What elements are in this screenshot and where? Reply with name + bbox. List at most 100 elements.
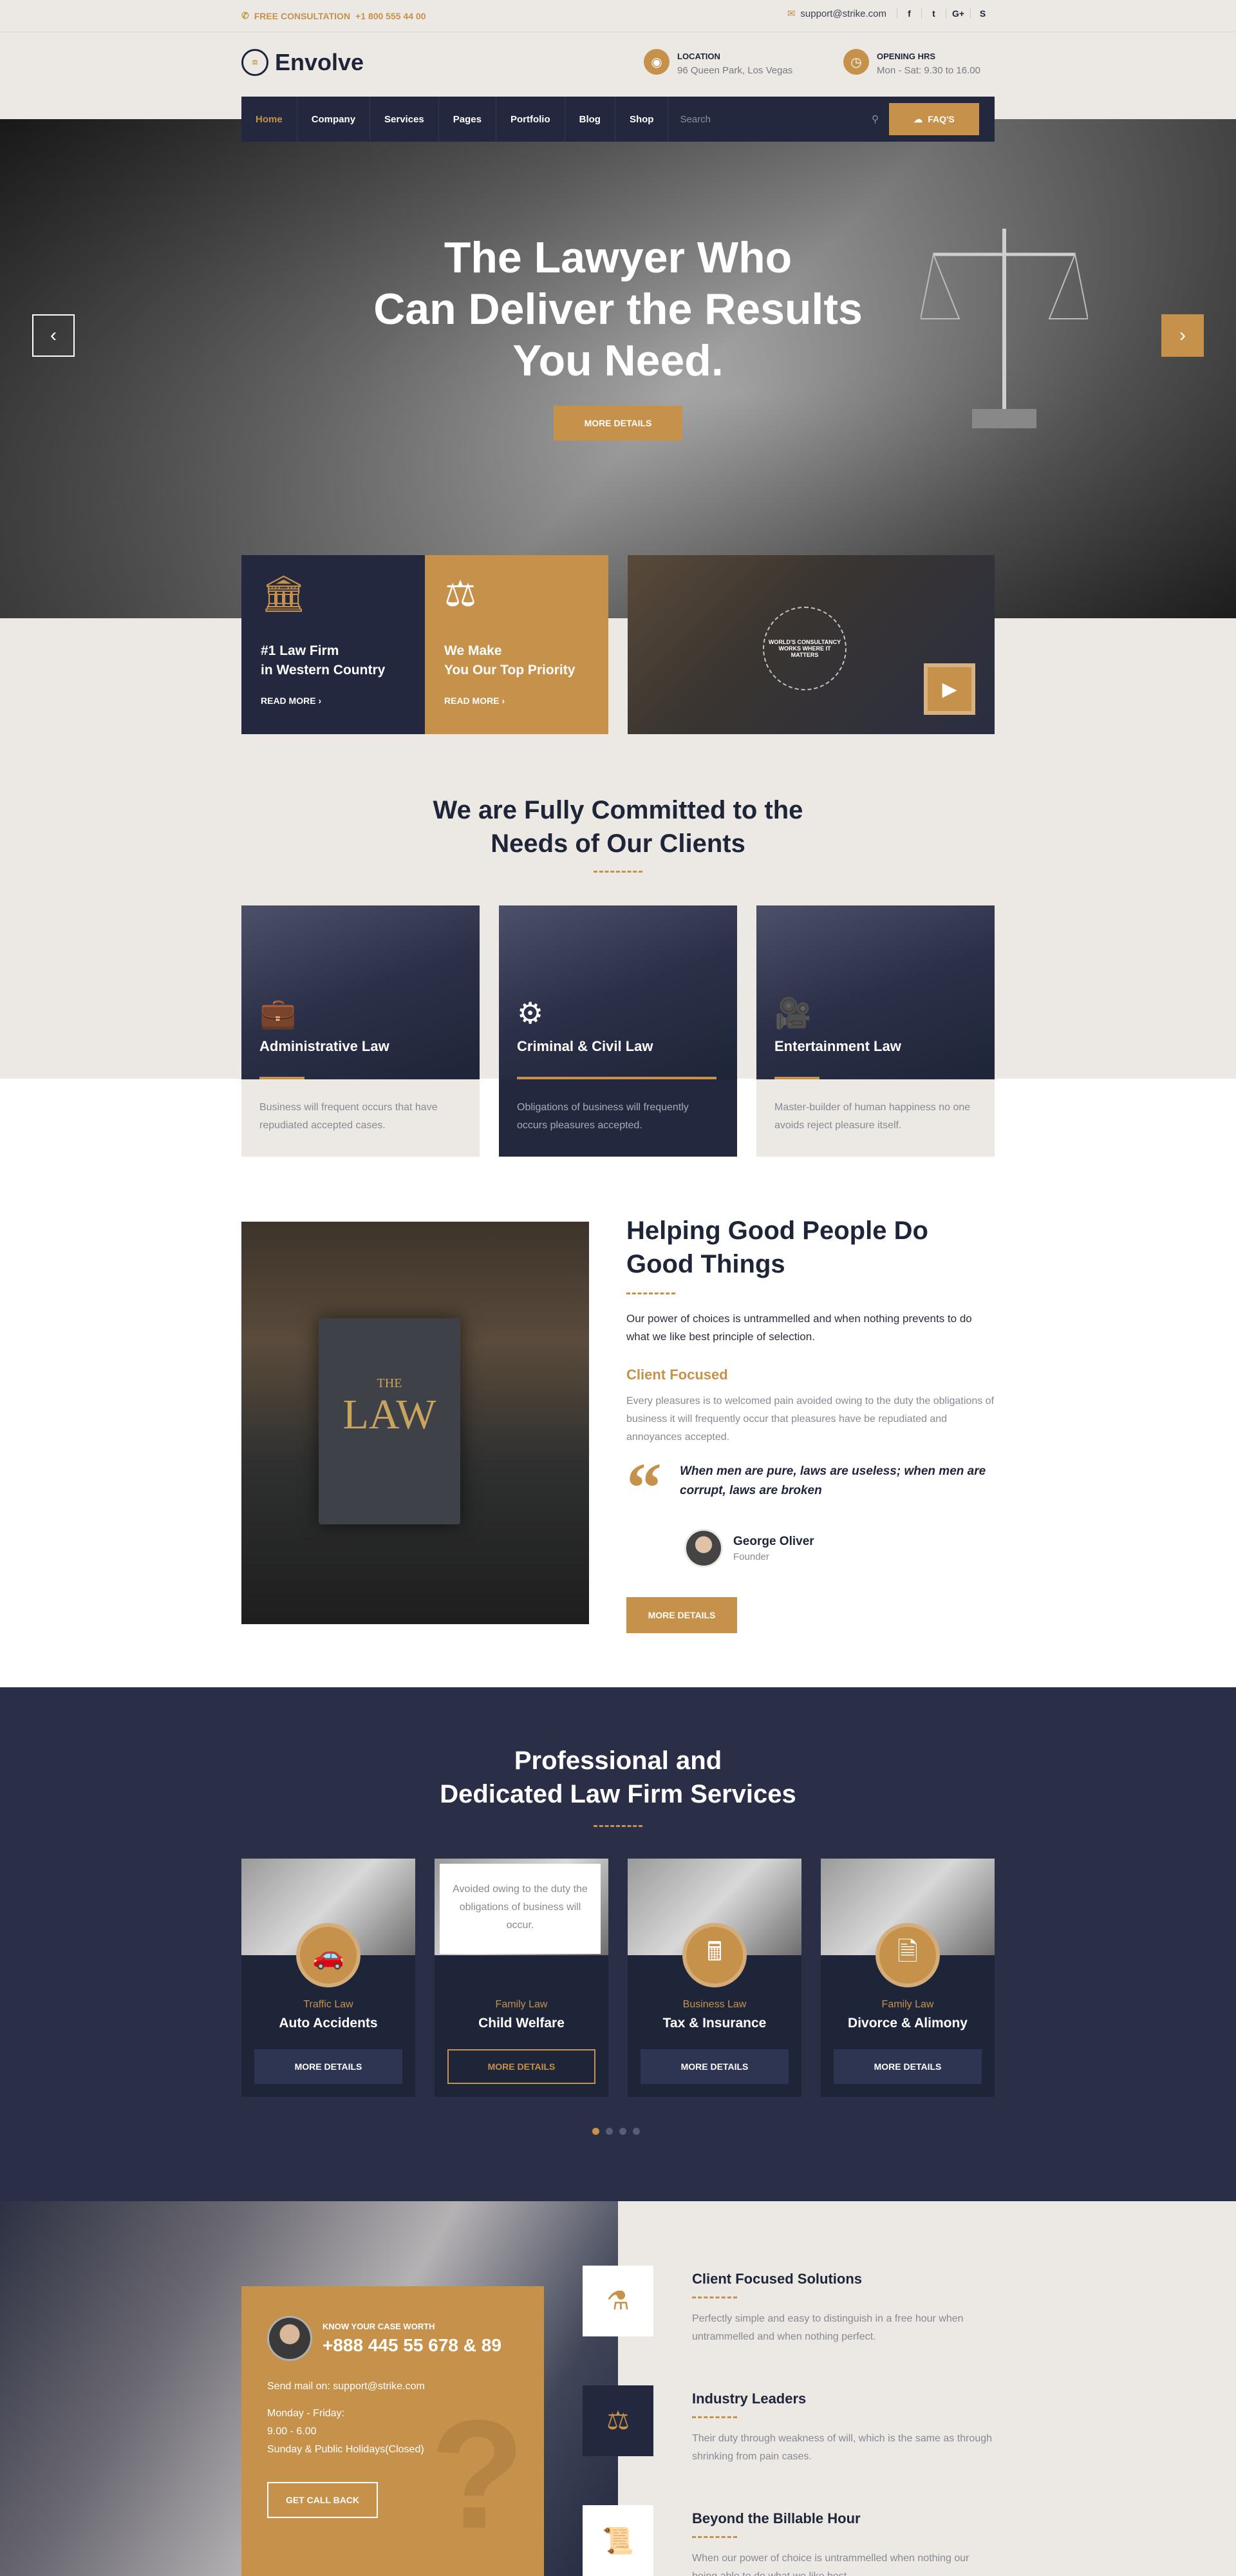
- carousel-dot[interactable]: [619, 2128, 626, 2135]
- slider-next-arrow-icon[interactable]: ›: [1161, 314, 1204, 357]
- law-book: THE LAW: [319, 1318, 460, 1524]
- facebook-icon[interactable]: f: [897, 8, 921, 19]
- nav-search[interactable]: Search ⚲: [668, 97, 889, 142]
- hero-slider: The Lawyer Who Can Deliver the Results Y…: [0, 119, 1236, 618]
- service-card[interactable]: 🗎 Family Law Divorce & Alimony MORE DETA…: [821, 1859, 995, 2097]
- site-header: ⚖ Envolve ◉ LOCATION 96 Queen Park, Los …: [0, 32, 1236, 97]
- hours-time: 9.00 - 6.00: [267, 2426, 317, 2437]
- search-icon[interactable]: ⚲: [872, 113, 879, 125]
- service-more-details-button[interactable]: MORE DETAILS: [834, 2049, 982, 2084]
- feature-title-line1: #1 Law Firm: [261, 643, 339, 658]
- service-more-details-button[interactable]: MORE DETAILS: [447, 2049, 595, 2084]
- card-title: Entertainment Law: [774, 1038, 901, 1054]
- location-value: 96 Queen Park, Los Vegas: [677, 65, 793, 76]
- service-category: Family Law: [881, 1999, 934, 2010]
- hand-scales-icon: ⚖: [444, 573, 477, 614]
- services-title-line2: Dedicated Law Firm Services: [440, 1780, 796, 1808]
- consultation-label: FREE CONSULTATION: [254, 10, 351, 21]
- location-label: LOCATION: [677, 52, 720, 61]
- title-divider: [692, 2536, 737, 2538]
- support-email[interactable]: support@strike.com: [800, 8, 886, 19]
- clock-icon: ◷: [843, 49, 869, 75]
- nav-services[interactable]: Services: [370, 97, 439, 142]
- slider-prev-arrow-icon[interactable]: ‹: [32, 314, 75, 357]
- camera-icon: 🎥: [774, 996, 812, 1030]
- feature-title-line2: You Our Top Priority: [444, 663, 576, 677]
- about-section: Helping Good People Do Good Things Our p…: [626, 1214, 995, 1633]
- about-more-details-button[interactable]: MORE DETAILS: [626, 1597, 737, 1633]
- benefit-item: ⚗ Client Focused Solutions Perfectly sim…: [583, 2266, 995, 2346]
- get-call-back-button[interactable]: GET CALL BACK: [267, 2482, 378, 2518]
- benefit-title: Client Focused Solutions: [692, 2271, 863, 2287]
- video-box: WORLD'S CONSULTANCY WORKS WHERE IT MATTE…: [628, 555, 995, 734]
- card-accent-bar: [774, 1077, 819, 1079]
- title-divider: [692, 2416, 737, 2418]
- committed-title: We are Fully Committed to the Needs of O…: [0, 793, 1236, 860]
- document-icon: 🗎: [876, 1923, 940, 1987]
- case-phone[interactable]: +888 445 55 678 & 89: [323, 2335, 501, 2356]
- consultation-phone[interactable]: +1 800 555 44 00: [355, 11, 426, 21]
- faq-button[interactable]: ☁ FAQ'S: [889, 103, 979, 135]
- book-the-text: THE: [377, 1376, 402, 1390]
- carousel-dot[interactable]: [592, 2128, 599, 2135]
- question-mark-decoration: ?: [430, 2388, 525, 2561]
- hero-more-details-button[interactable]: MORE DETAILS: [554, 406, 682, 440]
- services-title: Professional and Dedicated Law Firm Serv…: [0, 1744, 1236, 1811]
- title-divider: [594, 871, 642, 873]
- feature-box-priority: ⚖ We Make You Our Top Priority READ MORE…: [425, 555, 608, 734]
- search-input[interactable]: Search: [680, 114, 711, 125]
- logo[interactable]: ⚖ Envolve: [241, 49, 364, 76]
- globe-icon: ◉: [644, 49, 670, 75]
- skype-icon[interactable]: S: [970, 8, 995, 19]
- carousel-dot[interactable]: [606, 2128, 613, 2135]
- case-worth-label: KNOW YOUR CASE WORTH: [323, 2321, 435, 2331]
- card-text: Obligations of business will frequently …: [499, 1079, 737, 1157]
- nav-blog[interactable]: Blog: [565, 97, 615, 142]
- nav-company[interactable]: Company: [297, 97, 371, 142]
- benefit-title: Industry Leaders: [692, 2391, 807, 2407]
- read-more-link[interactable]: READ MORE ›: [261, 696, 406, 706]
- about-title-line2: Good Things: [626, 1250, 785, 1278]
- practice-card[interactable]: ⚙ Criminal & Civil Law Obligations of bu…: [499, 905, 737, 1157]
- hero-title: The Lawyer Who Can Deliver the Results Y…: [0, 232, 1236, 386]
- service-more-details-button[interactable]: MORE DETAILS: [254, 2049, 402, 2084]
- hero-title-line1: The Lawyer Who: [444, 233, 792, 282]
- service-card[interactable]: 🚗 Traffic Law Auto Accidents MORE DETAIL…: [241, 1859, 415, 2097]
- carousel-dot[interactable]: [633, 2128, 640, 2135]
- nav-portfolio[interactable]: Portfolio: [496, 97, 565, 142]
- read-more-link[interactable]: READ MORE ›: [444, 696, 589, 706]
- hours-closed: Sunday & Public Holidays(Closed): [267, 2444, 424, 2455]
- law-book-image: THE LAW: [241, 1222, 589, 1624]
- nav-home[interactable]: Home: [241, 97, 297, 142]
- practice-card[interactable]: 🎥 Entertainment Law Master-builder of hu…: [756, 905, 995, 1157]
- practice-card[interactable]: 💼 Administrative Law Business will frequ…: [241, 905, 480, 1157]
- service-card[interactable]: Avoided owing to the duty the obligation…: [435, 1859, 608, 2097]
- card-text: Business will frequent occurs that have …: [241, 1079, 480, 1157]
- google-plus-icon[interactable]: G+: [946, 8, 970, 19]
- white-band: [0, 1079, 1236, 1687]
- service-name: Auto Accidents: [279, 2016, 378, 2031]
- play-icon[interactable]: ▶: [924, 663, 975, 715]
- quote-author: George Oliver Founder: [684, 1529, 995, 1567]
- service-more-details-button[interactable]: MORE DETAILS: [641, 2049, 789, 2084]
- about-paragraph: Every pleasures is to welcomed pain avoi…: [626, 1396, 995, 1443]
- service-card[interactable]: 🖩 Business Law Tax & Insurance MORE DETA…: [628, 1859, 801, 2097]
- nav-pages[interactable]: Pages: [439, 97, 496, 142]
- quote-text: When men are pure, laws are useless; whe…: [680, 1464, 986, 1497]
- twitter-icon[interactable]: t: [921, 8, 946, 19]
- calculator-icon: 🖩: [682, 1923, 747, 1987]
- author-role: Founder: [733, 1551, 769, 1562]
- avatar: [267, 2316, 312, 2361]
- certificate-icon: 📜: [583, 2505, 653, 2576]
- about-title-line1: Helping Good People Do: [626, 1217, 928, 1245]
- location-info: ◉ LOCATION 96 Queen Park, Los Vegas: [644, 49, 792, 76]
- free-consultation: ✆ FREE CONSULTATION +1 800 555 44 00: [241, 10, 426, 21]
- badge-text: WORLD'S CONSULTANCY WORKS WHERE IT MATTE…: [768, 639, 841, 658]
- main-nav: Home Company Services Pages Portfolio Bl…: [241, 97, 995, 142]
- brand-name: Envolve: [275, 49, 364, 75]
- service-category: Family Law: [495, 1999, 548, 2010]
- feature-title-line2: in Western Country: [261, 663, 386, 677]
- hours-days: Monday - Friday:: [267, 2408, 345, 2419]
- nav-shop[interactable]: Shop: [615, 97, 669, 142]
- feature-title-line1: We Make: [444, 643, 502, 658]
